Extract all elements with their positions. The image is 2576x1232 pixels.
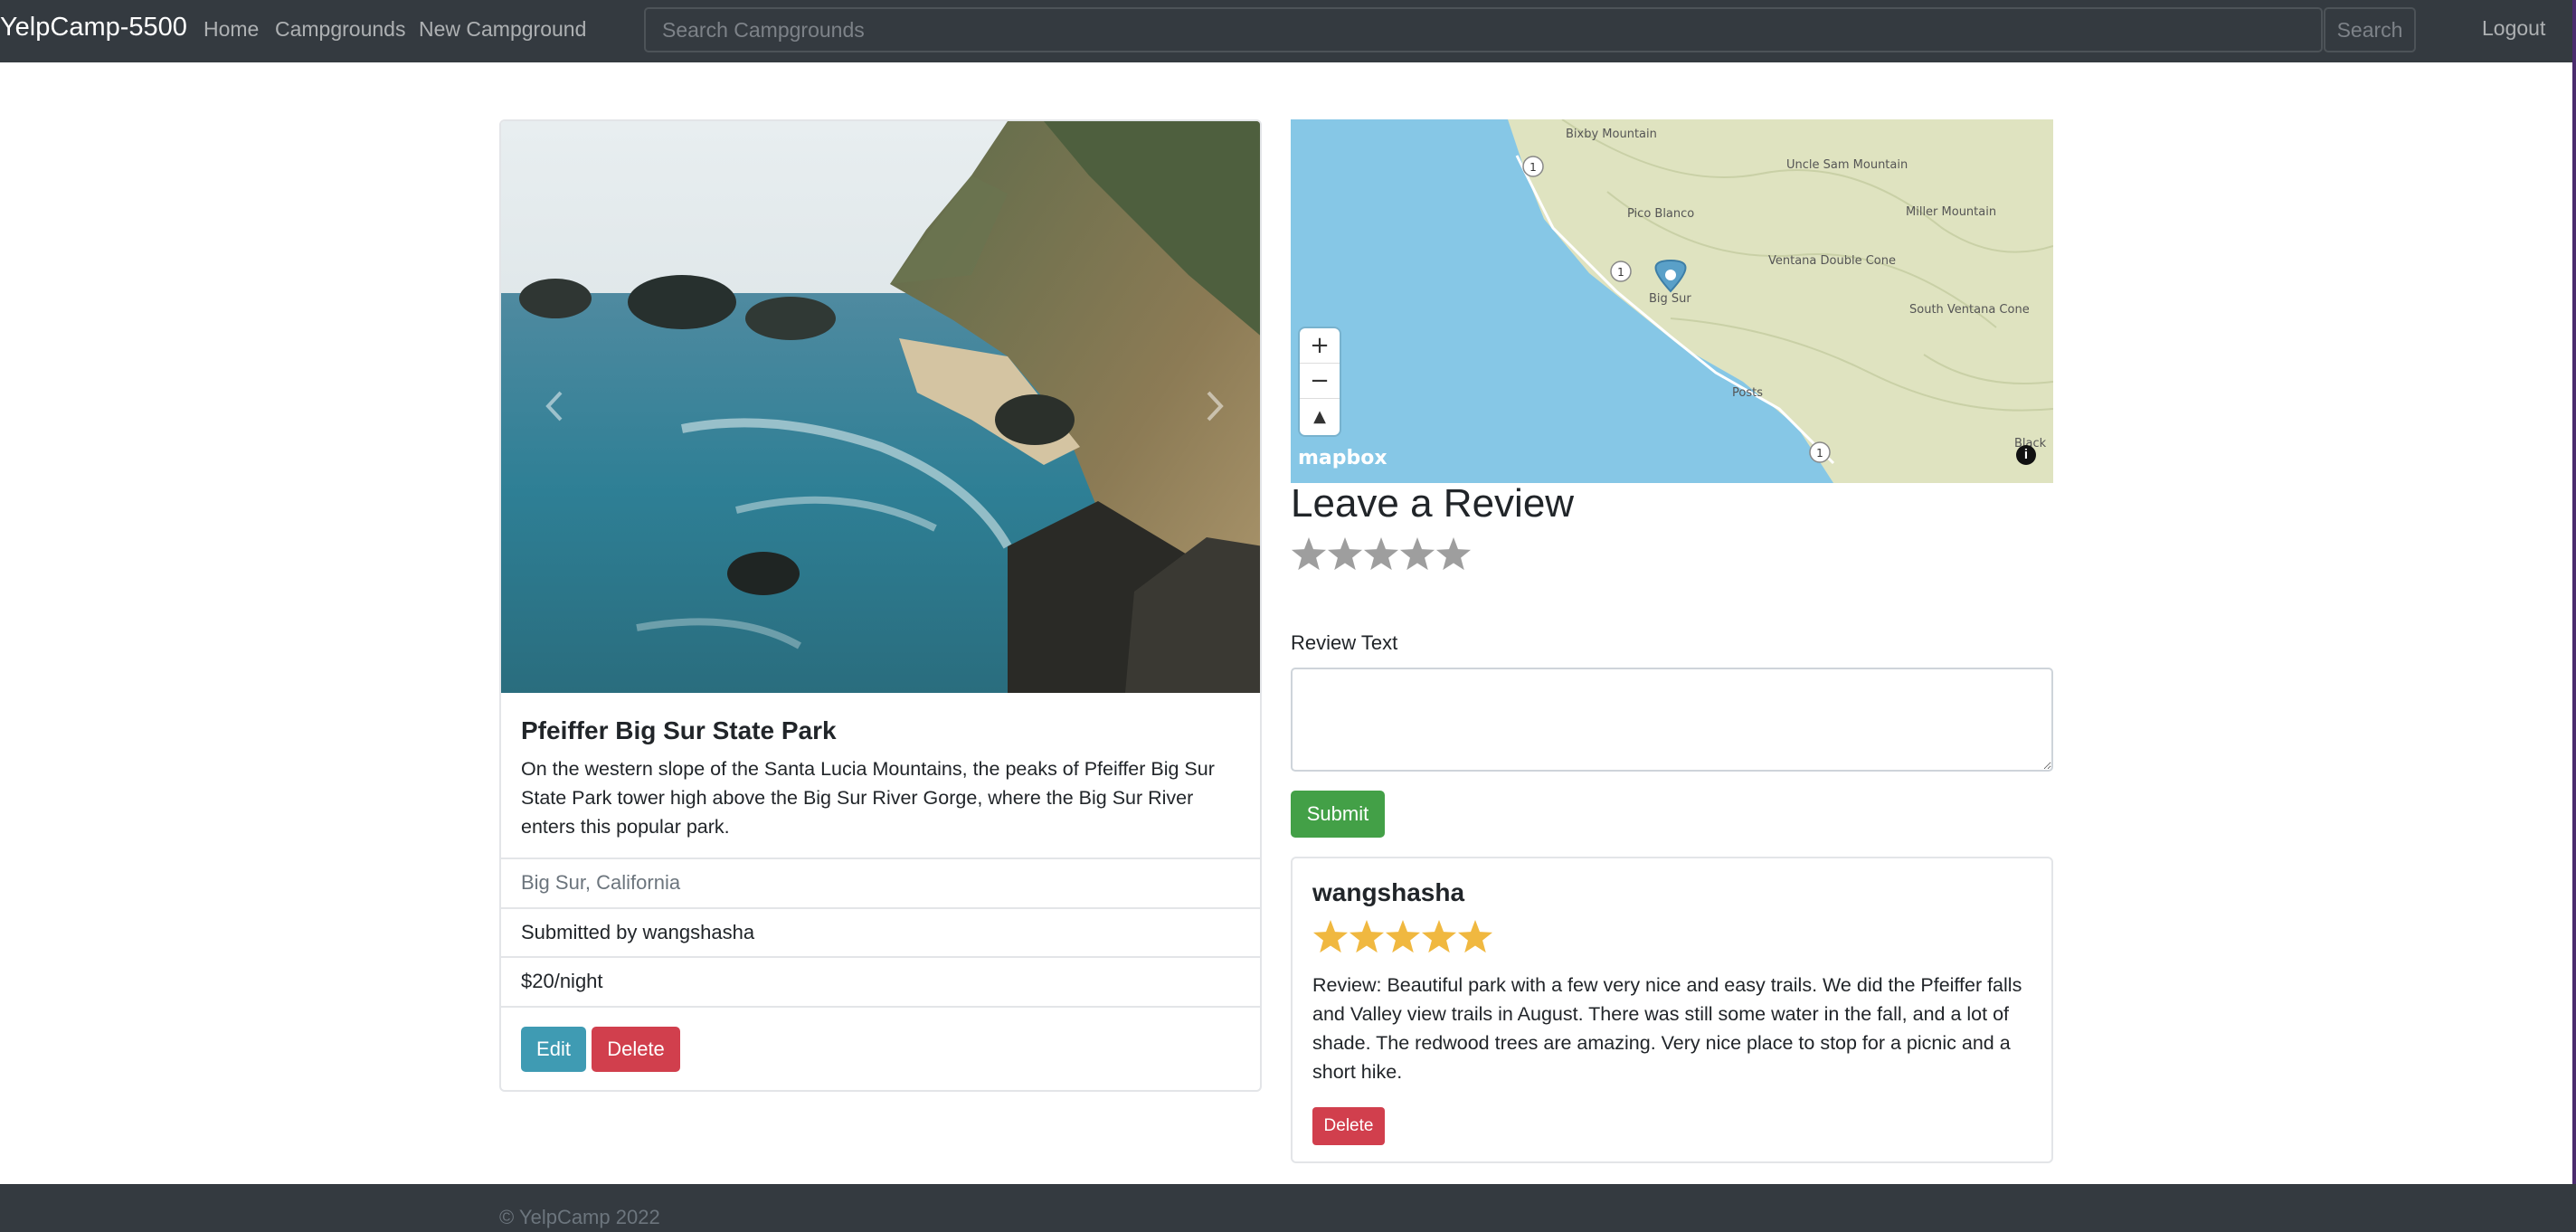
map-label: Bixby Mountain — [1566, 128, 1657, 141]
footer: © YelpCamp 2022 — [0, 1184, 2576, 1232]
star-icon[interactable] — [1399, 537, 1435, 571]
nav-campgrounds-link[interactable]: Campgrounds — [275, 17, 405, 42]
map-controls: + − ▲ — [1300, 328, 1340, 435]
carousel-prev-icon[interactable] — [537, 384, 573, 429]
star-icon[interactable] — [1291, 537, 1327, 571]
campground-card: Pfeiffer Big Sur State Park On the weste… — [499, 119, 1262, 1092]
campground-location: Big Sur, California — [501, 858, 1260, 907]
edit-campground-button[interactable]: Edit — [521, 1027, 586, 1072]
delete-review-button[interactable]: Delete — [1312, 1107, 1385, 1145]
star-icon — [1457, 920, 1493, 953]
map-route-badge: 1 — [1530, 161, 1537, 174]
review-text-input[interactable] — [1291, 668, 2053, 772]
map-label: Pico Blanco — [1627, 207, 1694, 221]
map-label: Ventana Double Cone — [1768, 254, 1896, 268]
carousel-next-icon[interactable] — [1196, 384, 1232, 429]
campground-title: Pfeiffer Big Sur State Park — [521, 716, 837, 744]
campground-price: $20/night — [501, 956, 1260, 1006]
zoom-out-button[interactable]: − — [1300, 364, 1340, 399]
mapbox-logo[interactable]: mapbox — [1298, 447, 1387, 469]
star-icon — [1421, 920, 1457, 953]
review-text-label: Review Text — [1291, 631, 1398, 654]
star-icon — [1312, 920, 1349, 953]
review-card: wangshasha Review: Beautiful park with a… — [1291, 857, 2053, 1163]
image-carousel — [501, 121, 1260, 693]
search-button[interactable]: Search — [2324, 7, 2416, 52]
map-label: Uncle Sam Mountain — [1786, 158, 1908, 172]
star-icon — [1385, 920, 1421, 953]
campground-description: On the western slope of the Santa Lucia … — [521, 758, 1215, 838]
review-text: Review: Beautiful park with a few very n… — [1312, 974, 2022, 1083]
footer-copyright: © YelpCamp 2022 — [499, 1206, 660, 1228]
navbar: YelpCamp-5500 Home Campgrounds New Campg… — [0, 0, 2576, 62]
star-icon[interactable] — [1435, 537, 1472, 571]
map-label: South Ventana Cone — [1909, 303, 2030, 317]
map[interactable]: 1 1 1 Bixby Mountain Uncle Sam Mountain … — [1291, 119, 2053, 483]
compass-icon[interactable]: ▲ — [1300, 399, 1340, 434]
card-divider — [501, 1006, 1260, 1008]
campground-submitted-by: Submitted by wangshasha — [501, 907, 1260, 957]
review-rating — [1312, 920, 1493, 953]
map-route-badge: 1 — [1816, 447, 1823, 460]
star-rating-input[interactable] — [1291, 534, 1490, 575]
search-input[interactable] — [644, 7, 2323, 52]
review-heading: Leave a Review — [1291, 481, 1575, 526]
map-label: Posts — [1732, 386, 1763, 400]
map-label: Miller Mountain — [1906, 205, 1996, 219]
nav-home-link[interactable]: Home — [204, 17, 259, 42]
brand-link[interactable]: YelpCamp-5500 — [0, 13, 187, 43]
map-route-badge: 1 — [1617, 266, 1624, 279]
review-author: wangshasha — [1312, 878, 1465, 906]
map-canvas: 1 1 1 Bixby Mountain Uncle Sam Mountain … — [1291, 119, 2053, 483]
star-icon — [1349, 920, 1385, 953]
window-edge — [2572, 0, 2576, 1185]
star-icon[interactable] — [1363, 537, 1399, 571]
submit-review-button[interactable]: Submit — [1291, 791, 1385, 838]
logout-link[interactable]: Logout — [2482, 16, 2545, 41]
campground-photo — [501, 121, 1260, 693]
map-info-icon[interactable]: i — [2016, 445, 2036, 465]
zoom-in-button[interactable]: + — [1300, 328, 1340, 364]
star-icon[interactable] — [1327, 537, 1363, 571]
delete-campground-button[interactable]: Delete — [592, 1027, 680, 1072]
map-label: Big Sur — [1649, 292, 1691, 306]
nav-new-campground-link[interactable]: New Campground — [419, 17, 586, 42]
